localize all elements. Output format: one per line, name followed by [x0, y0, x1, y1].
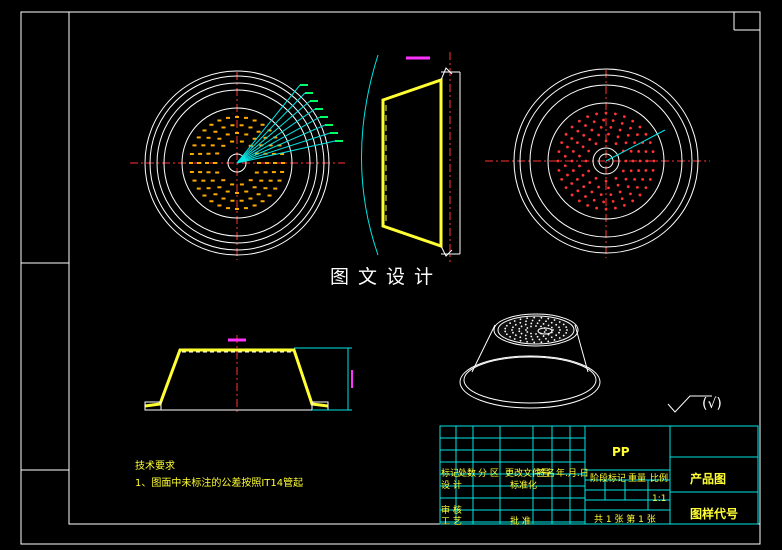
ratio-label: 比例: [650, 474, 669, 484]
design-label: 设 计: [441, 481, 462, 491]
approve-label: 批 准: [510, 517, 531, 527]
section-profile: [381, 77, 443, 249]
drawing-type-label: 产品图: [690, 472, 727, 486]
scale-value: 1:1: [652, 494, 667, 504]
roughness-label: (√): [702, 396, 722, 412]
bottom-view-right: [485, 68, 710, 258]
weight-label: 重量: [628, 474, 647, 484]
material-label: PP: [612, 445, 630, 459]
technical-notes: 技术要求 1、图面中未标注的公差按照IT14管起: [135, 458, 303, 492]
front-elevation: [144, 335, 353, 415]
notes-title: 技术要求: [135, 461, 175, 472]
notes-line: 1、图面中未标注的公差按照IT14管起: [135, 478, 304, 489]
sheet-info: 共 1 张 第 1 张: [594, 515, 656, 525]
stage-label: 阶段标记: [590, 474, 627, 484]
top-view-left: [130, 70, 345, 260]
isometric-view: [459, 313, 601, 409]
tb-row-label: 年.月.日: [556, 469, 589, 479]
drawing-code-label: 图样代号: [690, 507, 739, 521]
tb-row-label: 分 区: [478, 469, 499, 479]
section-view: [361, 52, 461, 262]
watermark-text: 图文设计: [330, 266, 443, 288]
dimension-leaders: [236, 84, 343, 164]
process-label: 工 艺: [441, 517, 462, 527]
standardize-label: 标准化: [510, 481, 538, 491]
tb-row-label: 签名: [537, 469, 556, 479]
